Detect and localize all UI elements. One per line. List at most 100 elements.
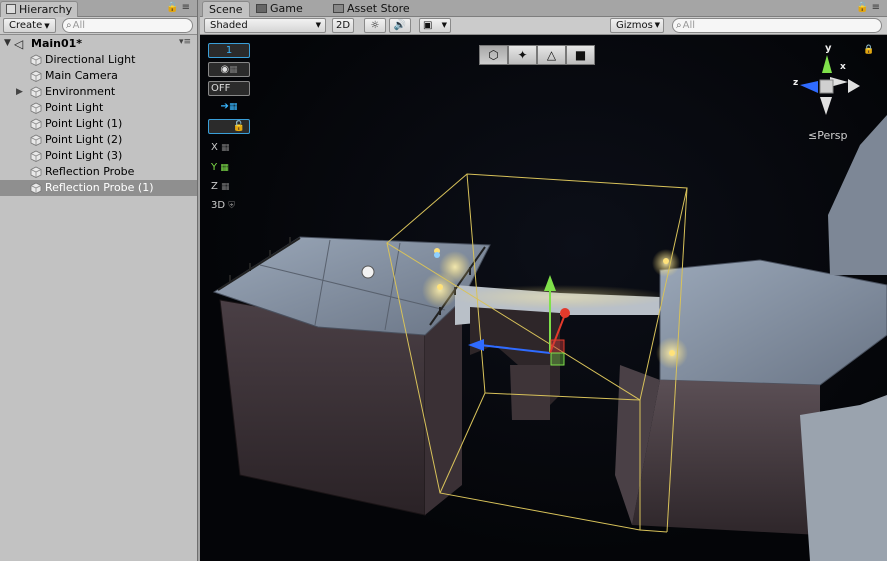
hierarchy-item[interactable]: Reflection Probe (1): [0, 180, 197, 196]
number-field-value: 1: [225, 45, 233, 56]
panel-menu-icon[interactable]: ≡: [182, 2, 193, 13]
create-button[interactable]: Create ▼: [3, 18, 56, 33]
tab-game[interactable]: Game: [250, 1, 309, 17]
off-toggle[interactable]: OFF: [208, 81, 250, 96]
shield-icon: ⛨: [228, 201, 236, 211]
gameobject-cube-icon: [30, 182, 42, 194]
x-axis-toggle[interactable]: X ▦: [208, 141, 250, 156]
hierarchy-item[interactable]: Point Light (2): [0, 132, 197, 148]
gizmo-z-cone[interactable]: [800, 81, 818, 93]
y-axis-toggle[interactable]: Y ▦: [208, 161, 250, 176]
lightbulb-icon[interactable]: [663, 258, 669, 264]
gizmo-z-label: z: [793, 78, 798, 88]
scene-lock-icon[interactable]: 🔒: [856, 2, 871, 13]
cube-icon: ⬡: [488, 48, 499, 62]
panel-menu-icons[interactable]: 🔒≡: [166, 2, 193, 13]
hierarchy-item-label: Point Light (1): [45, 117, 123, 130]
hierarchy-item[interactable]: ▶ Environment: [0, 84, 197, 100]
hierarchy-item[interactable]: Point Light: [0, 100, 197, 116]
hierarchy-item-label: Main Camera: [45, 69, 118, 82]
face-mode-button[interactable]: ■: [566, 45, 595, 65]
probe-icon[interactable]: [434, 252, 440, 258]
gizmo-y-label: y: [825, 43, 832, 54]
image-icon: ▣: [423, 20, 433, 31]
snap-arrow-toggle[interactable]: ➔▦: [208, 100, 250, 115]
hierarchy-item[interactable]: Directional Light: [0, 52, 197, 68]
face-icon: ■: [574, 48, 587, 62]
plane-handle-xz[interactable]: [550, 352, 565, 366]
hierarchy-search-input[interactable]: ⌕All: [62, 18, 193, 33]
hierarchy-item-label: Point Light (2): [45, 133, 123, 146]
x-axis-label: X: [211, 142, 218, 153]
toggle-2d-button[interactable]: 2D: [332, 18, 354, 33]
gizmo-x-cone[interactable]: [848, 79, 860, 93]
scene-search-placeholder: All: [682, 20, 696, 31]
hierarchy-toolbar: Create ▼ ⌕All: [0, 17, 197, 35]
vertex-mode-button[interactable]: ✦: [508, 45, 537, 65]
persp-text: Persp: [817, 129, 848, 142]
bridge-light: [450, 285, 670, 309]
hierarchy-item[interactable]: Point Light (1): [0, 116, 197, 132]
gizmo-y-cone[interactable]: [822, 55, 832, 73]
toggle-2d-label: 2D: [336, 20, 351, 31]
scene-root-row[interactable]: ▼ ◁ Main01* ▾≡: [0, 36, 197, 52]
vertex-icon: ✦: [517, 48, 528, 62]
right-platform-wall: [632, 380, 820, 535]
tab-asset-store[interactable]: Asset Store: [327, 1, 416, 17]
gizmo-center-cube[interactable]: [819, 79, 834, 94]
chevron-down-icon: ▼: [315, 21, 321, 29]
hierarchy-item[interactable]: Reflection Probe: [0, 164, 197, 180]
search-icon: ⌕: [66, 20, 72, 31]
z-axis-toggle[interactable]: Z ▦: [208, 180, 250, 195]
audio-toggle[interactable]: 🔊: [389, 18, 411, 33]
scene-name: Main01*: [31, 37, 83, 50]
left-platform-side: [425, 300, 462, 515]
create-button-label: Create: [9, 20, 43, 31]
scene-tabstrip: Scene Game Asset Store 🔒≡: [200, 0, 887, 17]
scene-menu-icon[interactable]: ▾≡: [179, 37, 191, 47]
view-lock-icon[interactable]: 🔒: [863, 45, 874, 55]
persp-label[interactable]: ≤Persp: [808, 129, 847, 142]
reflection-probe-sphere[interactable]: [361, 265, 375, 279]
scene-panel-menu-icon[interactable]: ≡: [872, 2, 883, 13]
number-field[interactable]: 1: [208, 43, 250, 58]
shading-mode-value: Shaded: [210, 20, 248, 31]
fold-open-icon[interactable]: ▼: [4, 38, 11, 48]
lock-toggle[interactable]: 🔓: [208, 119, 250, 134]
scene-viewport[interactable]: y x z 1 ◉▦ OFF ➔▦ 🔓 X ▦ Y ▦ Z ▦ 3D ⛨ ⬡ ✦…: [200, 35, 887, 561]
hierarchy-item[interactable]: Main Camera: [0, 68, 197, 84]
grid-icon: ▦: [228, 102, 238, 112]
grid-icon: ▦: [221, 182, 230, 192]
gizmo-neg-y-cone[interactable]: [820, 97, 832, 115]
tab-hierarchy[interactable]: Hierarchy: [0, 1, 79, 17]
expand-arrow-icon[interactable]: ▶: [16, 84, 23, 100]
lock-icon[interactable]: 🔒: [166, 2, 181, 13]
right-rock: [800, 395, 887, 561]
lightbulb-icon[interactable]: [669, 350, 675, 356]
visibility-toggle[interactable]: ◉▦: [208, 62, 250, 77]
lighting-toggle[interactable]: ☼: [364, 18, 386, 33]
hierarchy-item[interactable]: Point Light (3): [0, 148, 197, 164]
orientation-gizmo[interactable]: y x z: [793, 43, 860, 115]
threed-label: 3D: [211, 200, 226, 211]
threed-toggle[interactable]: 3D ⛨: [208, 199, 250, 214]
hierarchy-item-label: Reflection Probe: [45, 165, 135, 178]
effects-dropdown[interactable]: ▣ ▼: [419, 18, 451, 33]
x-axis-arrow[interactable]: [560, 308, 570, 318]
gizmos-dropdown[interactable]: Gizmos ▼: [610, 18, 664, 33]
shading-mode-dropdown[interactable]: Shaded ▼: [204, 18, 326, 33]
gizmo-x-label: x: [840, 62, 846, 72]
hierarchy-item-label: Directional Light: [45, 53, 136, 66]
scene-panel-menu-icons[interactable]: 🔒≡: [856, 2, 883, 13]
tab-scene[interactable]: Scene: [202, 1, 250, 17]
hierarchy-item-label: Point Light: [45, 101, 104, 114]
gameobject-cube-icon: [30, 54, 42, 66]
hierarchy-item-label: Point Light (3): [45, 149, 123, 162]
y-axis-arrow[interactable]: [544, 275, 556, 291]
edge-mode-button[interactable]: △: [537, 45, 566, 65]
cube-mode-button[interactable]: ⬡: [479, 45, 508, 65]
unity-logo-icon: ◁: [14, 37, 24, 51]
plane-handle-xy[interactable]: [550, 339, 565, 354]
scene-search-input[interactable]: ⌕All: [672, 18, 882, 33]
lightbulb-icon[interactable]: [437, 284, 443, 290]
